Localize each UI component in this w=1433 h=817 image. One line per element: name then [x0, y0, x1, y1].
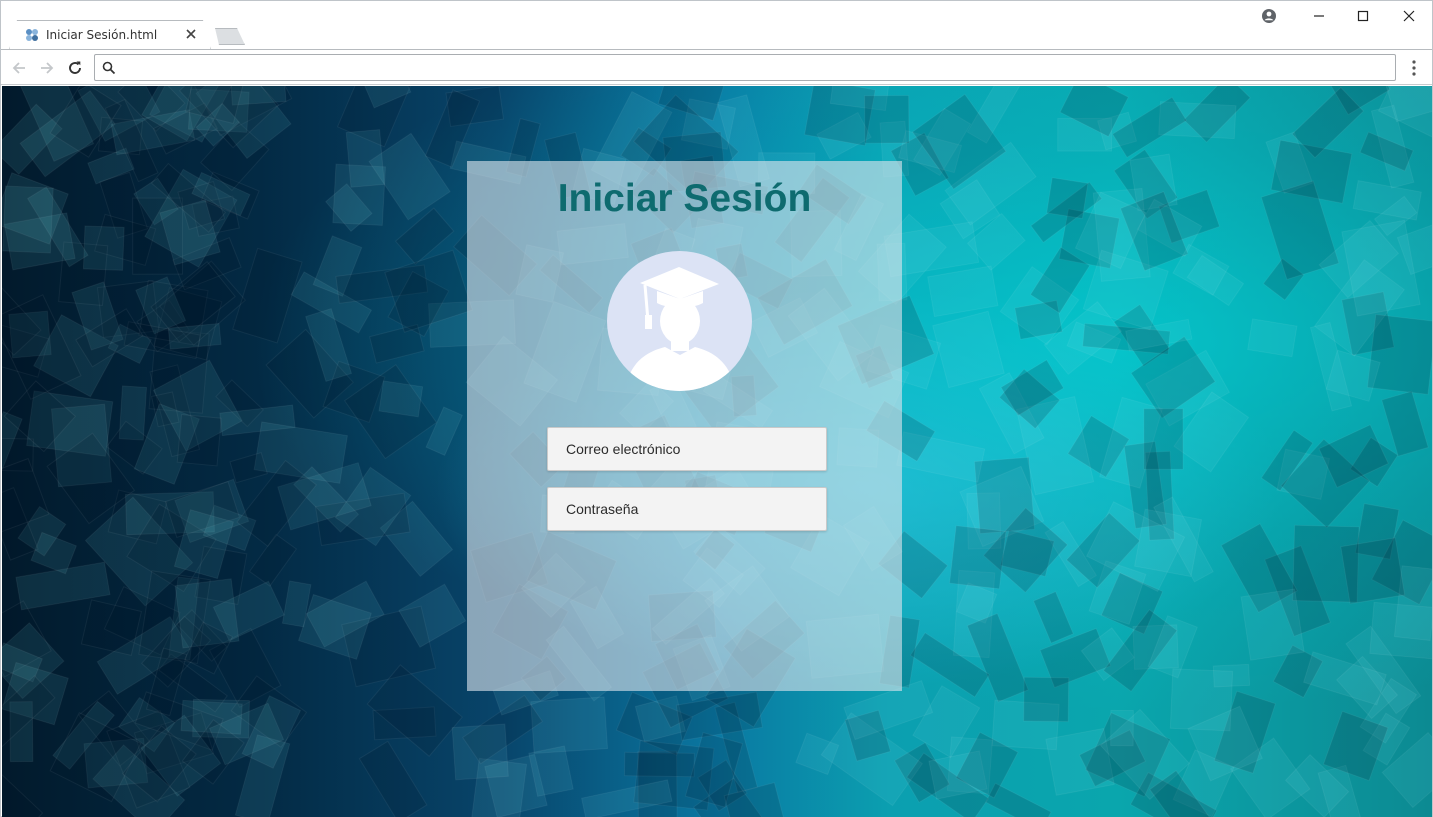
maximize-icon: [1357, 10, 1369, 22]
search-icon: [102, 61, 116, 75]
login-card: Iniciar Sesión: [467, 161, 902, 691]
background-shard: [2, 766, 44, 817]
window-close-button[interactable]: [1386, 5, 1432, 27]
back-arrow-icon: [12, 62, 25, 74]
background-shard: [82, 225, 125, 271]
forward-arrow-icon: [41, 62, 54, 74]
background-shard: [451, 723, 509, 781]
browser-menu-button[interactable]: [1404, 58, 1424, 78]
address-input[interactable]: [123, 58, 1383, 77]
email-field[interactable]: [547, 427, 827, 471]
browser-window: Iniciar Sesión.html Iniciar Sesión Corre…: [0, 0, 1433, 817]
background-shard: [623, 751, 695, 778]
close-icon: [1403, 10, 1415, 22]
background-shard: [229, 452, 268, 484]
background-shard: [425, 406, 464, 457]
address-bar[interactable]: [94, 54, 1396, 81]
background-shard: [232, 247, 303, 344]
browser-toolbar: [1, 49, 1432, 85]
forward-button[interactable]: [37, 58, 57, 78]
background-shard: [1352, 180, 1422, 221]
background-shard: [176, 414, 222, 467]
background-shard: [248, 533, 298, 587]
background-shard: [1366, 313, 1432, 395]
tab-close-icon[interactable]: [183, 26, 199, 42]
background-shard: [1240, 588, 1305, 661]
background-shard: [927, 265, 999, 318]
login-title: Iniciar Sesión: [557, 177, 812, 220]
reload-button[interactable]: [65, 58, 85, 78]
background-shard: [1247, 318, 1298, 358]
title-bar: Iniciar Sesión.html: [1, 1, 1432, 49]
minimize-icon: [1314, 15, 1324, 17]
maximize-button[interactable]: [1340, 5, 1386, 27]
background-shard: [1023, 676, 1070, 723]
profile-button[interactable]: [1246, 5, 1292, 27]
password-field[interactable]: [547, 487, 827, 531]
background-shard: [1046, 177, 1089, 220]
kebab-menu-icon: [1412, 60, 1416, 76]
background-shard: [1110, 709, 1134, 747]
background-shard: [1134, 508, 1203, 578]
reload-icon: [69, 61, 81, 74]
background-shard: [378, 380, 424, 418]
background-shard: [1381, 390, 1429, 457]
favicon-icon: [25, 28, 39, 42]
tab-title: Iniciar Sesión.html: [46, 28, 158, 42]
background-shard: [949, 525, 1007, 590]
background-shard: [1032, 591, 1074, 644]
page-viewport: Iniciar Sesión: [2, 86, 1432, 817]
background-shard: [358, 740, 428, 817]
back-button[interactable]: [9, 58, 29, 78]
graduate-avatar-icon: [607, 251, 752, 391]
new-tab-button[interactable]: [211, 28, 245, 45]
background-shard: [864, 94, 910, 144]
background-shard: [530, 696, 609, 754]
minimize-button[interactable]: [1296, 5, 1342, 27]
background-shard: [167, 322, 222, 350]
background-shard: [932, 310, 1005, 389]
tab-active[interactable]: Iniciar Sesión.html: [10, 21, 210, 50]
background-shard: [1340, 537, 1406, 605]
background-shard: [1143, 408, 1184, 470]
profile-icon: [1262, 9, 1276, 23]
